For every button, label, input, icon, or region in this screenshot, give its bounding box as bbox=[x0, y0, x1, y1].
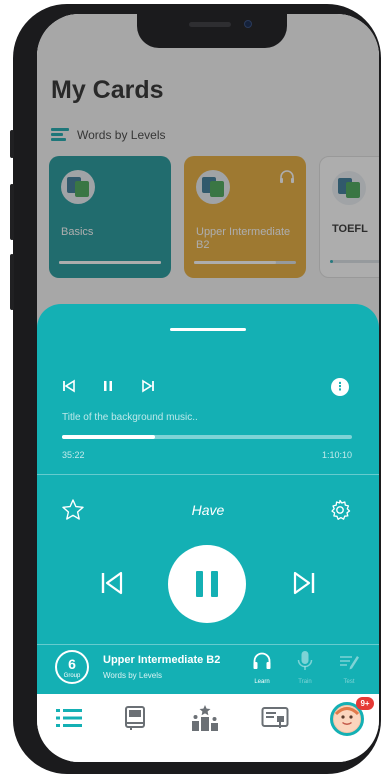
current-set-bar[interactable]: 6 Group Upper Intermediate B2 Words by L… bbox=[37, 644, 379, 694]
certificate-icon bbox=[261, 706, 289, 735]
mode-label: Learn bbox=[254, 679, 270, 685]
music-title: Title of the background music.. bbox=[62, 412, 198, 423]
tab-certificates[interactable] bbox=[259, 704, 291, 736]
list-icon bbox=[55, 707, 83, 734]
headset-icon bbox=[245, 650, 279, 679]
play-pause-button[interactable] bbox=[168, 545, 246, 623]
skip-next-small-icon[interactable] bbox=[141, 379, 155, 396]
tab-ranking[interactable] bbox=[189, 704, 221, 736]
settings-gear-icon[interactable] bbox=[329, 499, 351, 525]
elapsed-time: 35:22 bbox=[62, 450, 85, 460]
volume-up-button bbox=[10, 184, 14, 240]
pause-icon bbox=[196, 571, 203, 597]
set-subtitle: Words by Levels bbox=[103, 671, 162, 680]
front-camera bbox=[244, 20, 252, 28]
music-progress-slider[interactable] bbox=[62, 435, 352, 439]
bottom-tab-bar: 9+ bbox=[37, 694, 379, 762]
sheet-handle[interactable] bbox=[170, 328, 246, 331]
tab-cards[interactable] bbox=[53, 704, 85, 736]
screen: My Cards Words by Levels Basics Upper In… bbox=[37, 14, 379, 762]
test-icon bbox=[332, 650, 366, 679]
tab-library[interactable] bbox=[119, 704, 151, 736]
volume-down-button bbox=[10, 254, 14, 310]
mode-learn[interactable]: Learn bbox=[245, 650, 279, 685]
player-sheet: ⋮ Title of the background music.. 35:22 … bbox=[37, 304, 379, 694]
notch bbox=[137, 14, 287, 48]
current-word: Have bbox=[191, 502, 225, 518]
mode-label: Train bbox=[298, 679, 312, 685]
pause-small-icon[interactable] bbox=[101, 379, 115, 396]
total-time: 1:10:10 bbox=[321, 450, 352, 460]
group-number: 6 bbox=[68, 656, 76, 672]
skip-next-icon[interactable] bbox=[291, 570, 317, 601]
set-title: Upper Intermediate B2 bbox=[103, 654, 221, 666]
more-options-icon[interactable]: ⋮ bbox=[331, 378, 349, 396]
mode-train[interactable]: Train bbox=[288, 650, 322, 685]
speaker-grille bbox=[189, 22, 231, 27]
microphone-icon bbox=[288, 650, 322, 679]
divider bbox=[37, 474, 379, 475]
skip-previous-icon[interactable] bbox=[99, 570, 125, 601]
book-icon bbox=[123, 705, 147, 736]
notification-badge: 9+ bbox=[356, 697, 374, 710]
mode-test[interactable]: Test bbox=[332, 650, 366, 685]
skip-previous-small-icon[interactable] bbox=[62, 379, 76, 396]
group-badge: 6 Group bbox=[55, 650, 89, 684]
ranking-icon bbox=[190, 704, 220, 737]
group-label: Group bbox=[63, 673, 81, 679]
music-progress-fill bbox=[62, 435, 155, 439]
mute-switch bbox=[10, 130, 14, 158]
mode-label: Test bbox=[343, 679, 355, 685]
